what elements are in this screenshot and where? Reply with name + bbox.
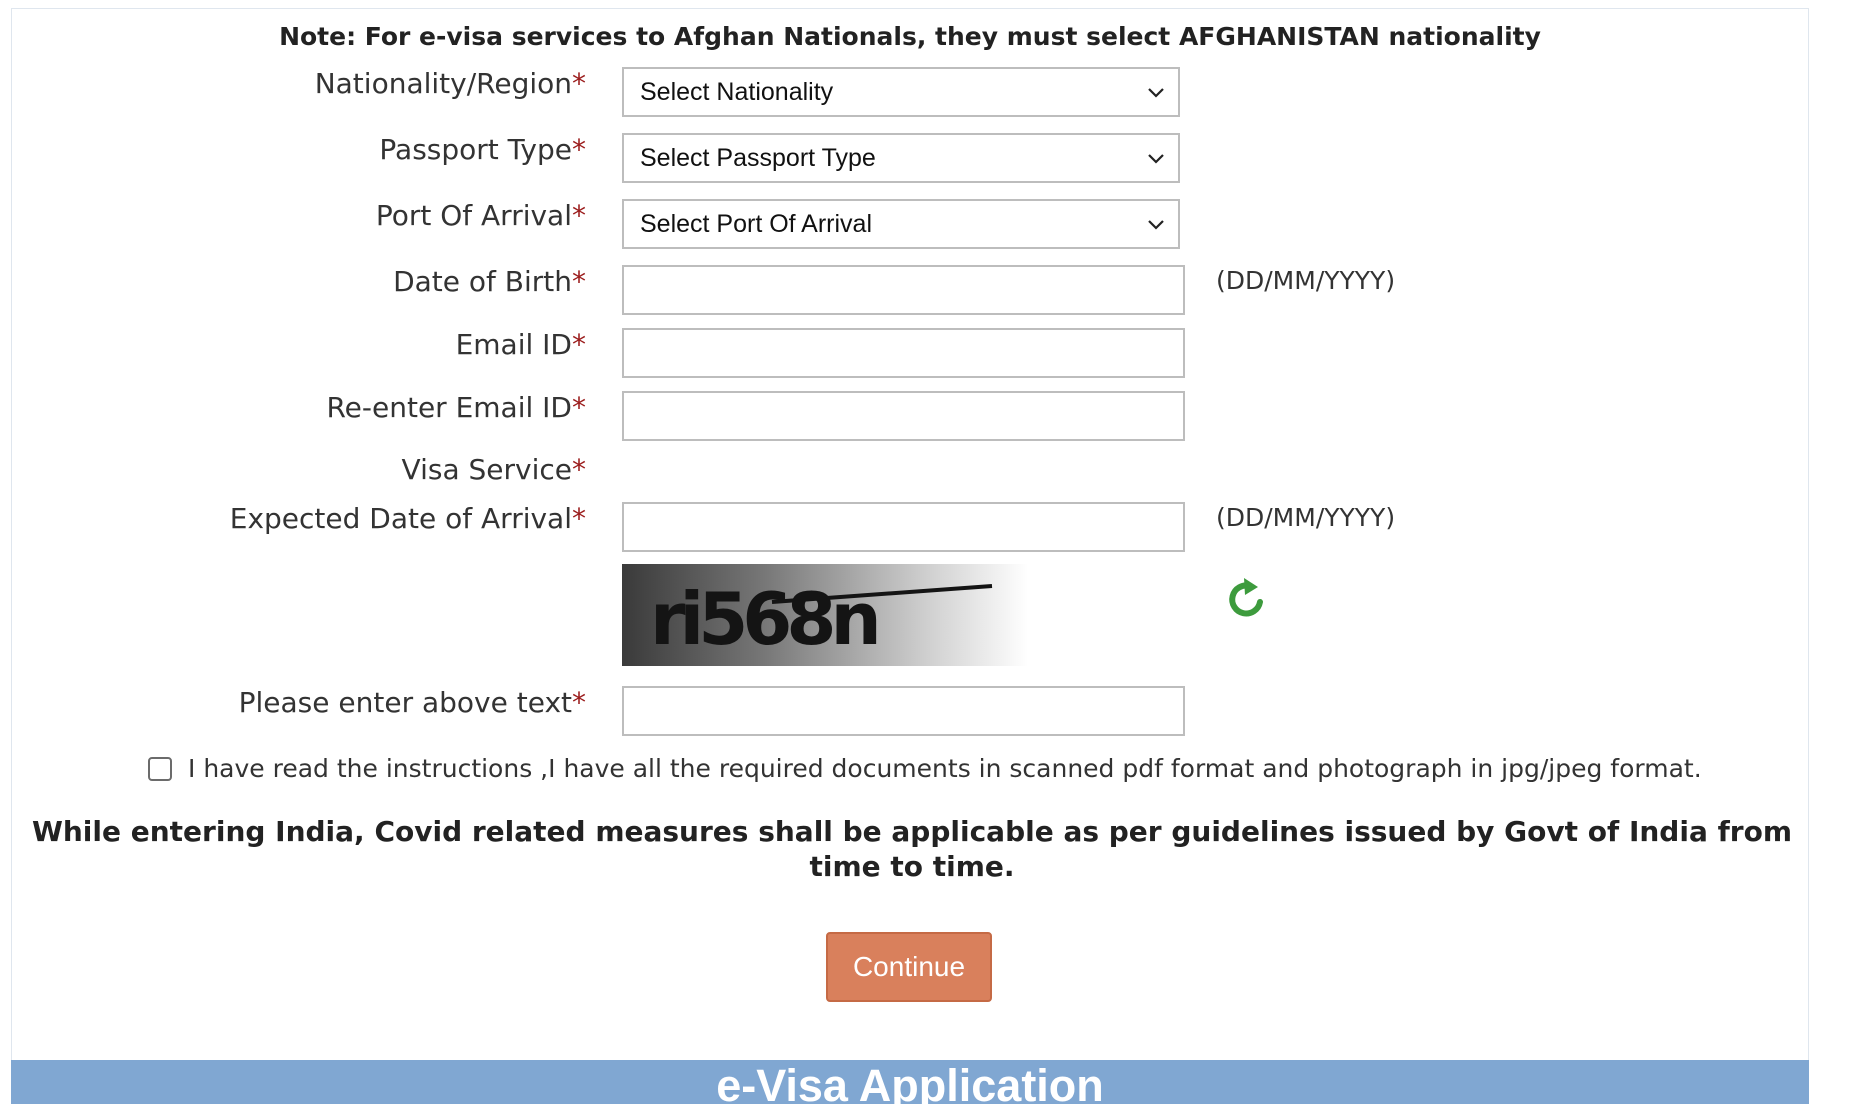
date-of-birth-format-hint: (DD/MM/YYYY) (1216, 266, 1396, 295)
refresh-icon[interactable] (1224, 576, 1270, 622)
reenter-email-label-text: Re-enter Email ID (326, 391, 572, 424)
required-mark: * (572, 686, 586, 719)
required-mark: * (572, 133, 586, 166)
instructions-checkbox[interactable] (148, 756, 172, 781)
required-mark: * (572, 502, 586, 535)
email-input[interactable] (622, 328, 1185, 378)
required-mark: * (572, 67, 586, 100)
chevron-down-icon (1148, 220, 1164, 230)
date-of-birth-label: Date of Birth* (393, 265, 586, 298)
passport-type-select[interactable]: Select Passport Type (622, 133, 1180, 183)
required-mark: * (572, 265, 586, 298)
port-of-arrival-select[interactable]: Select Port Of Arrival (622, 199, 1180, 249)
passport-type-label-text: Passport Type (379, 133, 572, 166)
instructions-agreement-text: I have read the instructions ,I have all… (188, 754, 1702, 783)
instructions-agreement: I have read the instructions ,I have all… (148, 754, 1702, 783)
nationality-select[interactable]: Select Nationality (622, 67, 1180, 117)
email-label-text: Email ID (455, 328, 572, 361)
chevron-down-icon (1148, 154, 1164, 164)
captcha-text: ri568n (650, 577, 876, 661)
afghan-nationality-note: Note: For e-visa services to Afghan Nati… (279, 22, 1541, 51)
visa-service-label: Visa Service* (402, 453, 586, 486)
nationality-label-text: Nationality/Region (314, 67, 572, 100)
captcha-image: ri568n (622, 564, 1028, 666)
visa-service-label-text: Visa Service (401, 453, 572, 486)
passport-type-selected-value: Select Passport Type (640, 144, 876, 172)
required-mark: * (572, 453, 586, 486)
continue-button[interactable]: Continue (826, 932, 992, 1002)
expected-arrival-format-hint: (DD/MM/YYYY) (1216, 503, 1396, 532)
nationality-label: Nationality/Region* (315, 67, 586, 100)
captcha-entry-input[interactable] (622, 686, 1185, 736)
email-label: Email ID* (456, 328, 586, 361)
nationality-selected-value: Select Nationality (640, 78, 834, 106)
evisa-application-banner: e-Visa Application (11, 1060, 1809, 1104)
evisa-page: Note: For e-visa services to Afghan Nati… (0, 0, 1856, 1104)
date-of-birth-label-text: Date of Birth (393, 265, 572, 298)
passport-type-label: Passport Type* (379, 133, 586, 166)
covid-notice: While entering India, Covid related meas… (31, 815, 1792, 883)
required-mark: * (572, 199, 586, 232)
required-mark: * (572, 391, 586, 424)
captcha-graphic: ri568n (650, 577, 993, 661)
required-mark: * (572, 328, 586, 361)
captcha-entry-label: Please enter above text* (239, 686, 586, 719)
port-of-arrival-label: Port Of Arrival* (376, 199, 586, 232)
captcha-entry-label-text: Please enter above text (238, 686, 572, 719)
date-of-birth-input[interactable] (622, 265, 1185, 315)
reenter-email-input[interactable] (622, 391, 1185, 441)
expected-arrival-label-text: Expected Date of Arrival (229, 502, 572, 535)
port-of-arrival-label-text: Port Of Arrival (375, 199, 572, 232)
chevron-down-icon (1148, 88, 1164, 98)
port-of-arrival-selected-value: Select Port Of Arrival (640, 210, 873, 238)
expected-arrival-label: Expected Date of Arrival* (230, 502, 586, 535)
reenter-email-label: Re-enter Email ID* (326, 391, 586, 424)
expected-arrival-input[interactable] (622, 502, 1185, 552)
